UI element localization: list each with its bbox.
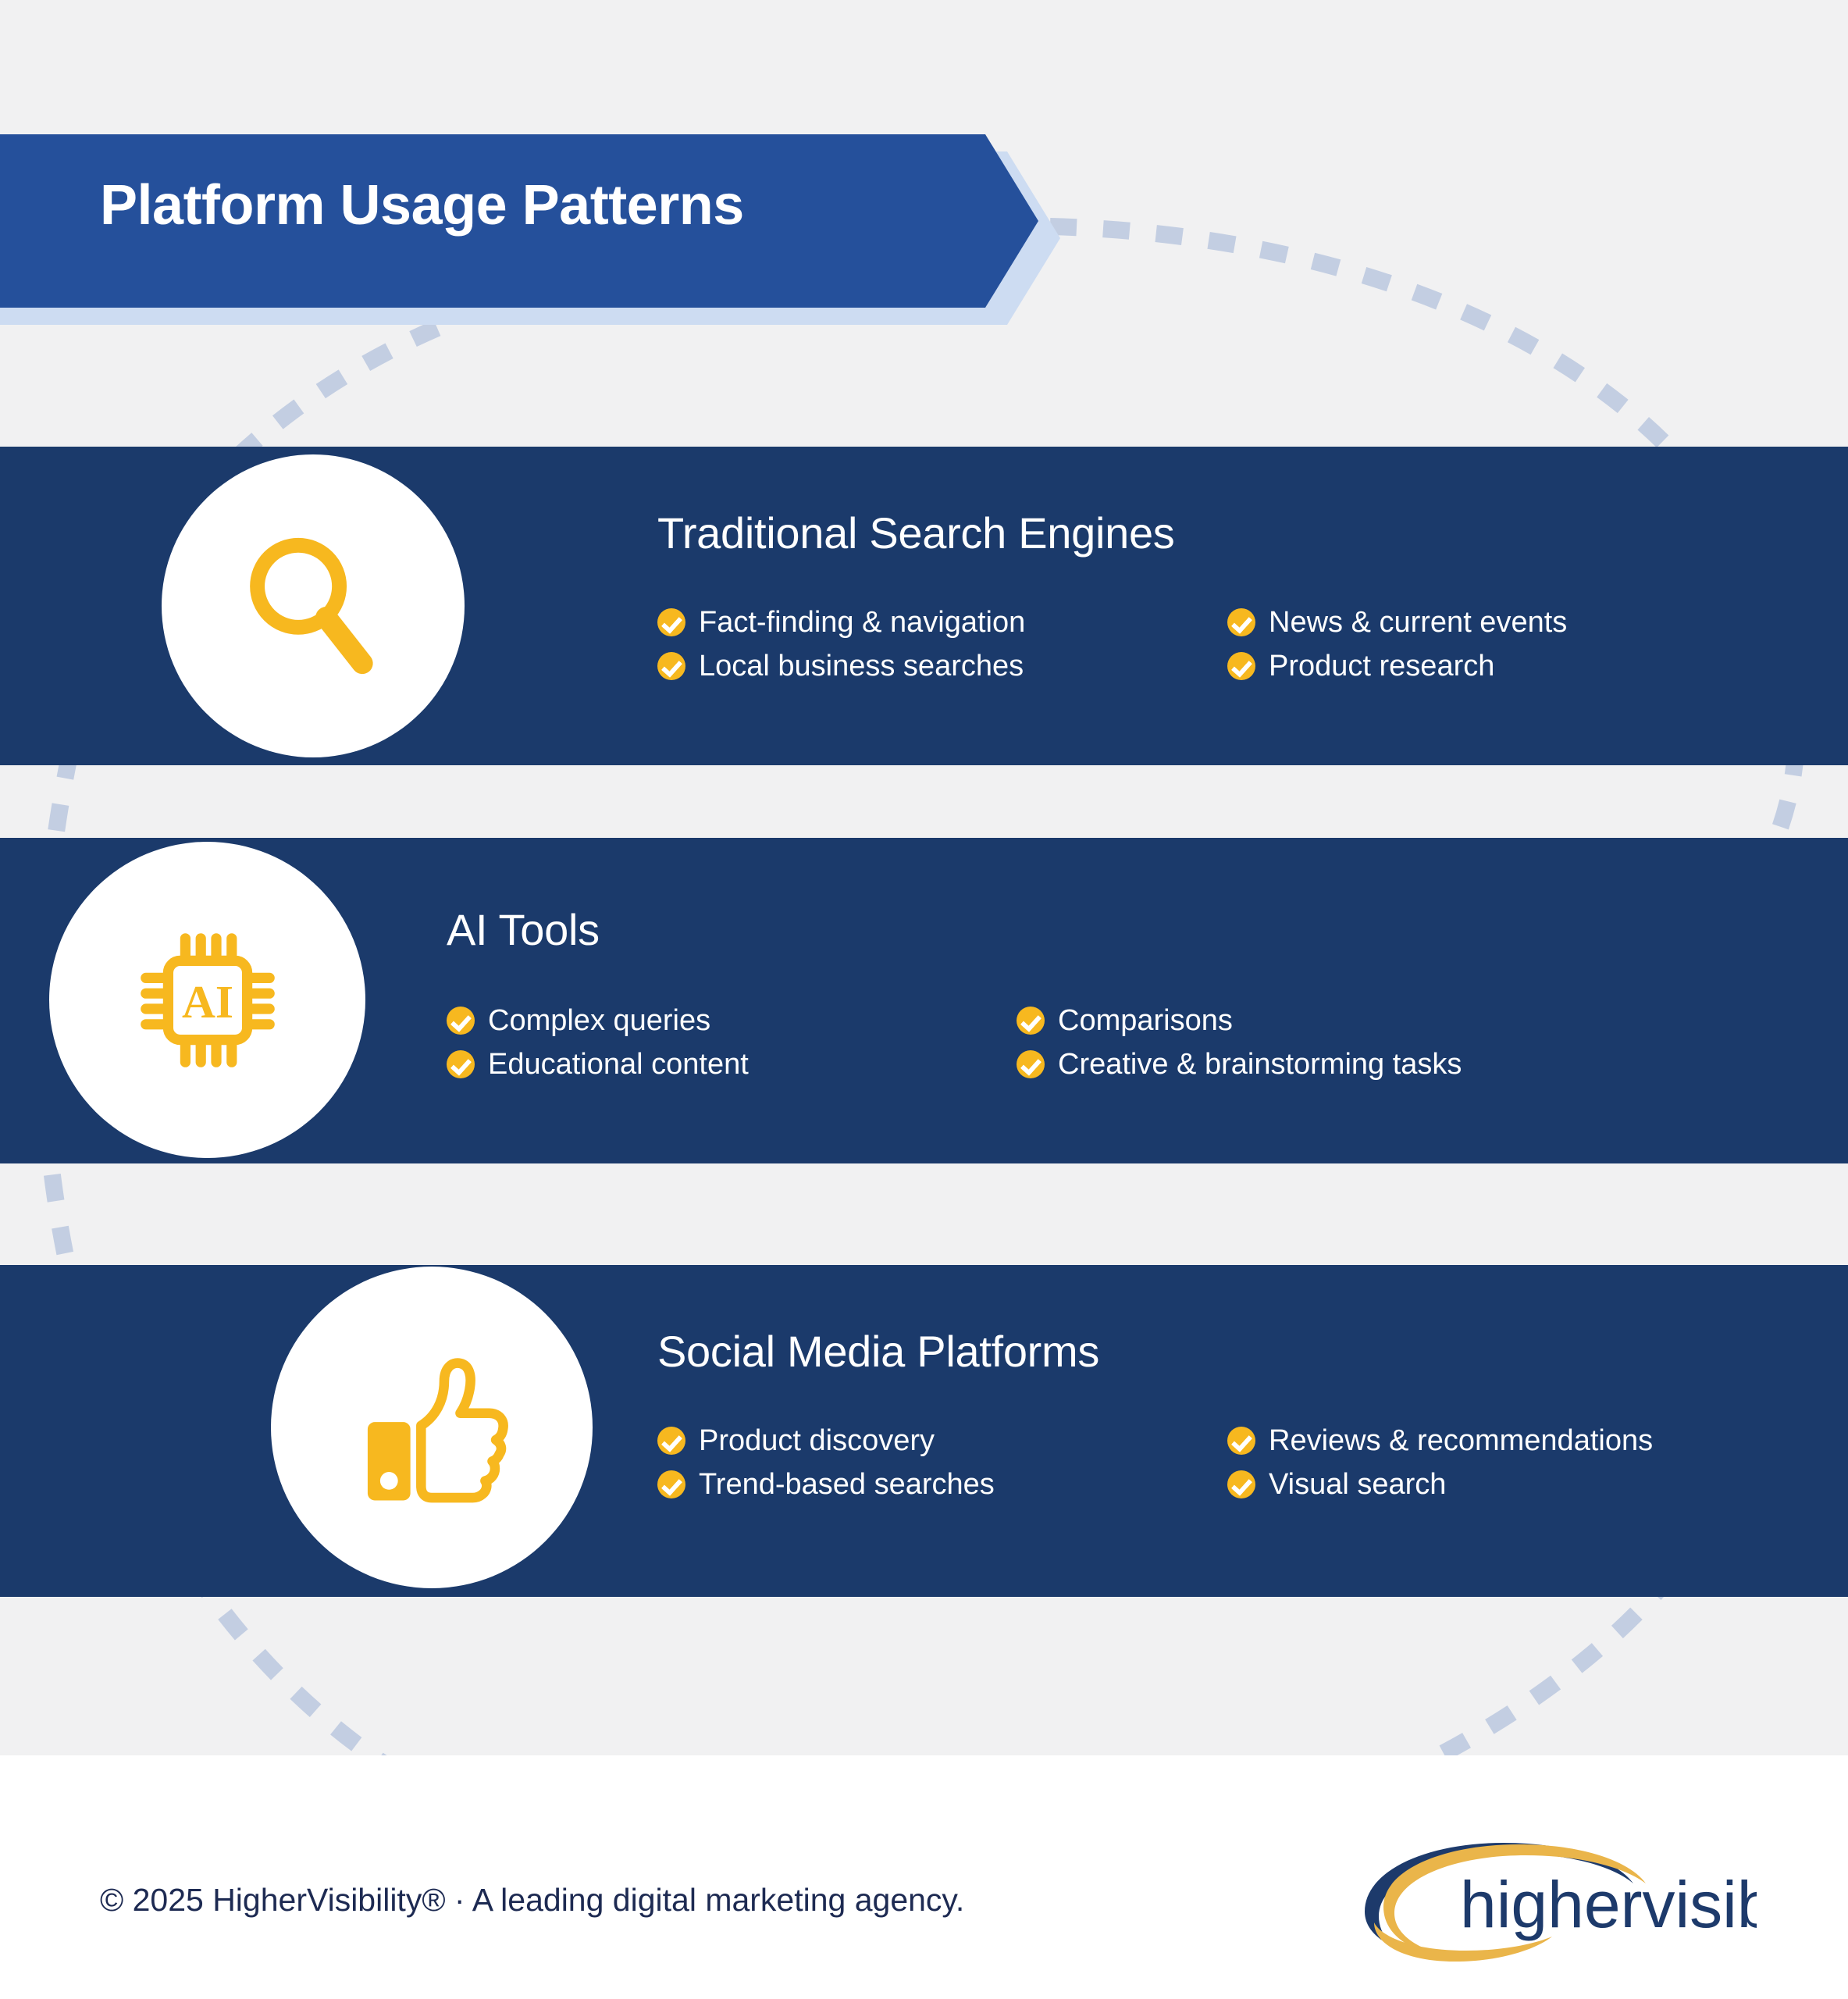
bullet-grid-ai-tools: Complex queries Comparisons Educational … (447, 1006, 1462, 1079)
bullet-label: Visual search (1269, 1468, 1447, 1501)
check-icon (1227, 1470, 1255, 1498)
card-title-ai-tools: AI Tools (447, 905, 600, 954)
bullet-item: Trend-based searches (657, 1470, 1227, 1499)
bullet-label: Comparisons (1058, 1004, 1233, 1037)
logo-wordmark: highervisibility (1460, 1868, 1757, 1941)
bullet-item: Complex queries (447, 1006, 1017, 1035)
magnifying-glass-icon-circle (162, 454, 465, 757)
bullet-item: Comparisons (1017, 1006, 1462, 1035)
footer-copyright: © 2025 HigherVisibility® · A leading dig… (100, 1882, 965, 1918)
check-icon (1017, 1007, 1045, 1035)
bullet-item: Fact-finding & navigation (657, 608, 1227, 637)
magnifying-glass-icon (250, 537, 373, 675)
thumbs-up-icon-circle (271, 1267, 593, 1588)
bullet-label: Fact-finding & navigation (699, 606, 1026, 639)
bullet-item: Visual search (1227, 1470, 1653, 1499)
check-icon (657, 608, 685, 636)
card-title-social-media-platforms: Social Media Platforms (657, 1327, 1100, 1376)
bullet-item: Creative & brainstorming tasks (1017, 1049, 1462, 1079)
bullet-label: Educational content (488, 1048, 749, 1081)
card-title-traditional-search-engines: Traditional Search Engines (657, 508, 1175, 558)
check-icon (657, 652, 685, 680)
page-title: Platform Usage Patterns (100, 174, 744, 237)
bullet-label: Trend-based searches (699, 1468, 995, 1501)
bullet-item: Educational content (447, 1049, 1017, 1079)
check-icon (447, 1007, 475, 1035)
bullet-item: Reviews & recommendations (1227, 1426, 1653, 1456)
bullet-item: Product discovery (657, 1426, 1227, 1456)
check-icon (1227, 608, 1255, 636)
bullet-label: News & current events (1269, 606, 1568, 639)
bullet-label: Reviews & recommendations (1269, 1424, 1654, 1457)
header-banner: Platform Usage Patterns (0, 134, 1093, 337)
svg-text:AI: AI (181, 976, 233, 1028)
bullet-item: News & current events (1227, 608, 1567, 637)
bullet-label: Product discovery (699, 1424, 935, 1457)
check-icon (657, 1427, 685, 1455)
bullet-label: Creative & brainstorming tasks (1058, 1048, 1462, 1081)
highervisibility-logo: highervisibility (1365, 1843, 1757, 1962)
bullet-item: Product research (1227, 651, 1567, 681)
check-icon (1227, 652, 1255, 680)
bullet-label: Product research (1269, 650, 1495, 682)
infographic-page: Platform Usage Patterns Traditional Sear… (0, 0, 1848, 1999)
check-icon (1227, 1427, 1255, 1455)
check-icon (657, 1470, 685, 1498)
check-icon (1017, 1050, 1045, 1078)
bullet-item: Local business searches (657, 651, 1227, 681)
bullet-grid-social-media-platforms: Product discovery Reviews & recommendati… (657, 1426, 1653, 1499)
bullet-label: Complex queries (488, 1004, 711, 1037)
ai-chip-icon-circle: AI (49, 842, 365, 1158)
bullet-grid-traditional-search-engines: Fact-finding & navigation News & current… (657, 608, 1567, 681)
ai-chip-icon: AI (140, 932, 275, 1067)
thumbs-up-icon (367, 1358, 508, 1503)
bullet-label: Local business searches (699, 650, 1024, 682)
check-icon (447, 1050, 475, 1078)
